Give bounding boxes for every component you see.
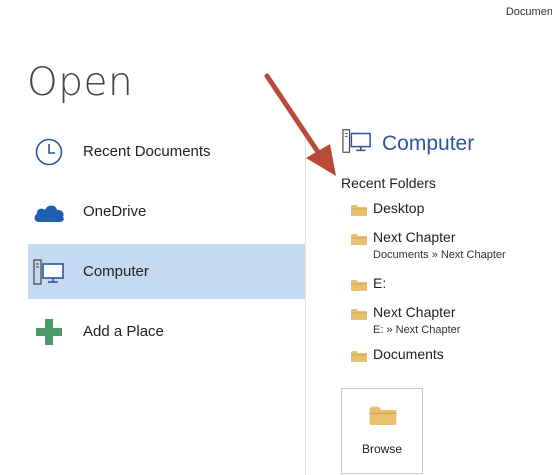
place-add-a-place[interactable]: Add a Place	[28, 304, 305, 359]
browse-button[interactable]: Browse	[341, 388, 423, 474]
plus-icon	[30, 313, 68, 351]
folder-icon	[351, 232, 367, 250]
place-computer[interactable]: Computer	[28, 244, 305, 299]
folder-name: Next Chapter	[373, 304, 456, 320]
folder-item-documents[interactable]: Documents	[351, 346, 551, 368]
folder-name: Next Chapter	[373, 229, 456, 245]
folder-item-e-drive[interactable]: E:	[351, 275, 551, 297]
folder-name: Documents	[373, 346, 444, 362]
cloud-icon	[30, 193, 68, 231]
recent-folders-heading: Recent Folders	[341, 175, 436, 191]
computer-header: Computer	[342, 126, 474, 161]
places-list: Recent Documents OneDrive Computer Add a…	[28, 124, 305, 364]
folder-icon	[351, 203, 367, 221]
place-label: Add a Place	[83, 323, 164, 340]
computer-header-label: Computer	[382, 131, 475, 155]
document-title: Document	[505, 6, 552, 18]
clock-icon	[30, 133, 68, 171]
folder-item-next-chapter-e[interactable]: Next Chapter E: » Next Chapter	[351, 304, 551, 340]
folder-name: Desktop	[373, 200, 425, 216]
panel-divider	[305, 124, 306, 475]
place-label: Recent Documents	[83, 143, 211, 160]
folder-path: Documents » Next Chapter	[373, 249, 506, 261]
folder-path: E: » Next Chapter	[373, 324, 461, 336]
place-label: OneDrive	[83, 203, 147, 220]
place-onedrive[interactable]: OneDrive	[28, 184, 305, 239]
place-recent-documents[interactable]: Recent Documents	[28, 124, 305, 179]
folder-icon	[351, 349, 367, 367]
computer-icon	[342, 126, 372, 161]
folder-icon	[369, 405, 397, 430]
place-label: Computer	[83, 263, 149, 280]
folder-item-desktop[interactable]: Desktop	[351, 200, 551, 222]
page-title: Open	[27, 60, 134, 105]
folder-item-next-chapter[interactable]: Next Chapter Documents » Next Chapter	[351, 229, 551, 265]
folder-icon	[351, 278, 367, 296]
folder-icon	[351, 307, 367, 325]
folder-name: E:	[373, 275, 387, 291]
browse-label: Browse	[361, 442, 402, 456]
computer-icon	[30, 253, 68, 291]
